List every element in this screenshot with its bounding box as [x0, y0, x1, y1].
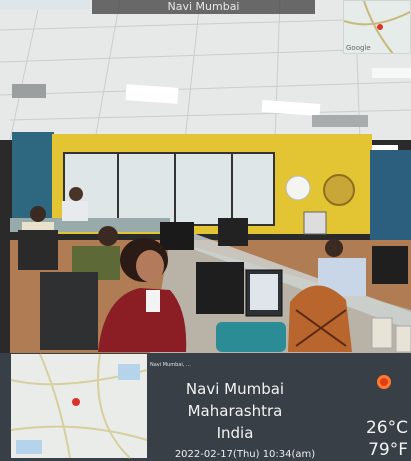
location-pin-icon	[72, 398, 80, 406]
temperature-celsius: 26°C	[365, 418, 408, 438]
gps-datetime: 2022-02-17(Thu) 10:34(am)	[174, 449, 316, 460]
gps-fine-print: Navi Mumbai, ...	[150, 362, 191, 368]
gps-country: India	[216, 424, 254, 442]
sun-icon	[377, 375, 391, 389]
gps-city: Navi Mumbai	[185, 380, 285, 398]
gps-state: Maharashtra	[187, 402, 283, 420]
temperature-fahrenheit: 79°F	[368, 440, 408, 460]
